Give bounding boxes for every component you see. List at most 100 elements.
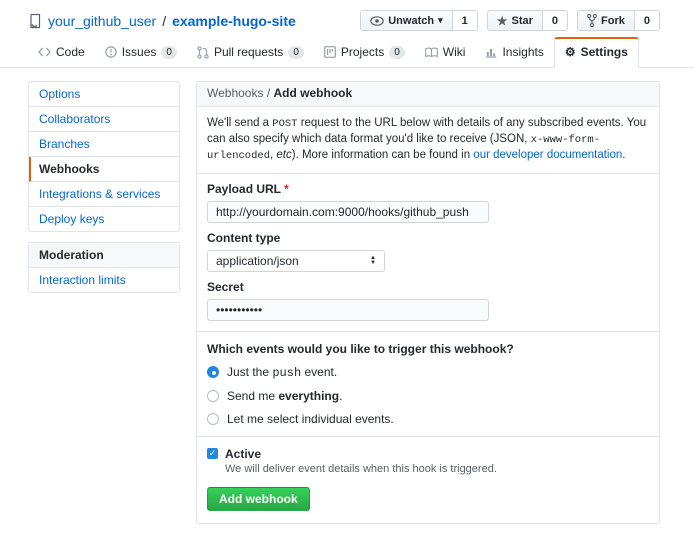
content-type-label: Content type	[207, 231, 649, 245]
events-section: Which events would you like to trigger t…	[207, 342, 649, 426]
tab-projects-label: Projects	[341, 45, 384, 59]
tab-pull-requests-label: Pull requests	[214, 45, 283, 59]
pull-request-icon	[197, 46, 209, 59]
select-arrows-icon: ▲▼	[370, 256, 376, 265]
tab-insights-label: Insights	[502, 45, 543, 59]
page: your_github_user / example-hugo-site Unw…	[0, 0, 694, 536]
tab-code-label: Code	[56, 45, 85, 59]
moderation-header: Moderation	[29, 243, 179, 268]
breadcrumb-separator: /	[263, 86, 273, 100]
content-type-value: application/json	[216, 254, 299, 268]
radio-everything[interactable]	[207, 390, 219, 402]
sidebar-item-options[interactable]: Options	[29, 82, 179, 107]
settings-menu: Options Collaborators Branches Webhooks …	[28, 81, 180, 232]
fork-label: Fork	[601, 15, 625, 27]
sidebar-item-interaction-limits[interactable]: Interaction limits	[29, 268, 179, 292]
sidebar-item-deploy-keys[interactable]: Deploy keys	[29, 207, 179, 231]
payload-url-input[interactable]	[207, 201, 489, 223]
breadcrumb: Webhooks / Add webhook	[197, 82, 659, 107]
sidebar-item-webhooks[interactable]: Webhooks	[29, 157, 179, 182]
tab-settings[interactable]: ⚙ Settings	[554, 37, 639, 68]
event-option-everything: Send me everything.	[207, 389, 649, 403]
tab-code[interactable]: Code	[28, 37, 95, 67]
secret-label: Secret	[207, 280, 649, 294]
sidebar-item-branches[interactable]: Branches	[29, 132, 179, 157]
pull-requests-count-badge: 0	[288, 46, 304, 59]
breadcrumb-webhooks-link[interactable]: Webhooks	[207, 86, 263, 100]
secret-group: Secret	[207, 280, 649, 321]
main-panel: Webhooks / Add webhook We'll send a POST…	[196, 81, 660, 524]
tab-insights[interactable]: Insights	[475, 37, 553, 67]
repo-icon	[28, 13, 42, 29]
active-label[interactable]: Active	[225, 447, 497, 461]
star-button[interactable]: ★ Star	[487, 10, 543, 31]
add-webhook-button[interactable]: Add webhook	[207, 487, 310, 511]
tab-issues-label: Issues	[122, 45, 157, 59]
caret-down-icon: ▾	[438, 16, 443, 25]
star-group: ★ Star 0	[487, 10, 568, 31]
radio-individual-label[interactable]: Let me select individual events.	[227, 412, 394, 426]
active-text: Active We will deliver event details whe…	[225, 447, 497, 475]
intro-text: We'll send a POST request to the URL bel…	[197, 107, 659, 174]
fork-group: Fork 0	[577, 10, 660, 31]
eye-icon	[370, 16, 384, 26]
tab-wiki[interactable]: Wiki	[415, 37, 476, 67]
repo-owner-link[interactable]: your_github_user	[48, 13, 156, 29]
graph-icon	[485, 47, 497, 58]
repo-separator: /	[162, 13, 166, 29]
sidebar-item-collaborators[interactable]: Collaborators	[29, 107, 179, 132]
issue-icon	[105, 46, 117, 58]
repo-tab-nav: Code Issues 0 Pull requests 0 Projects 0	[0, 37, 694, 68]
code-icon	[38, 47, 51, 57]
wiki-icon	[425, 47, 438, 58]
payload-url-group: Payload URL *	[207, 182, 649, 223]
breadcrumb-current: Add webhook	[274, 86, 353, 100]
webhook-form: Payload URL * Content type application/j…	[197, 182, 659, 523]
star-icon: ★	[497, 15, 508, 27]
tab-issues[interactable]: Issues 0	[95, 37, 187, 67]
event-option-push: Just the push event.	[207, 365, 649, 380]
project-icon	[324, 46, 336, 58]
gear-icon: ⚙	[565, 46, 576, 58]
tab-wiki-label: Wiki	[443, 45, 466, 59]
active-section: ✓ Active We will deliver event details w…	[207, 447, 649, 475]
payload-url-label: Payload URL *	[207, 182, 649, 196]
moderation-menu: Moderation Interaction limits	[28, 242, 180, 293]
content: Options Collaborators Branches Webhooks …	[0, 68, 694, 536]
divider	[197, 331, 659, 332]
content-type-select[interactable]: application/json ▲▼	[207, 250, 385, 272]
sidebar-item-integrations[interactable]: Integrations & services	[29, 182, 179, 207]
secret-input[interactable]	[207, 299, 489, 321]
issues-count-badge: 0	[161, 46, 177, 59]
fork-icon	[587, 14, 597, 27]
divider	[197, 436, 659, 437]
radio-push-label[interactable]: Just the push event.	[227, 365, 337, 380]
events-question: Which events would you like to trigger t…	[207, 342, 649, 356]
star-label: Star	[512, 15, 533, 27]
add-webhook-box: Webhooks / Add webhook We'll send a POST…	[196, 81, 660, 524]
event-option-individual: Let me select individual events.	[207, 412, 649, 426]
radio-push[interactable]	[207, 366, 219, 378]
social-buttons: Unwatch ▾ 1 ★ Star 0 Fork	[360, 10, 660, 31]
stargazers-count[interactable]: 0	[543, 10, 568, 31]
tab-projects[interactable]: Projects 0	[314, 37, 415, 67]
watchers-count[interactable]: 1	[453, 10, 478, 31]
active-checkbox[interactable]: ✓	[207, 448, 218, 459]
unwatch-label: Unwatch	[388, 15, 434, 27]
settings-sidebar: Options Collaborators Branches Webhooks …	[28, 81, 180, 303]
projects-count-badge: 0	[389, 46, 405, 59]
fork-button[interactable]: Fork	[577, 10, 635, 31]
repo-header: your_github_user / example-hugo-site Unw…	[0, 0, 694, 35]
repo-title: your_github_user / example-hugo-site	[28, 13, 296, 29]
tab-settings-label: Settings	[581, 45, 628, 59]
active-description: We will deliver event details when this …	[225, 463, 497, 475]
forks-count[interactable]: 0	[635, 10, 660, 31]
radio-everything-label[interactable]: Send me everything.	[227, 389, 342, 403]
required-asterisk: *	[284, 182, 289, 196]
tab-pull-requests[interactable]: Pull requests 0	[187, 37, 314, 67]
content-type-group: Content type application/json ▲▼	[207, 231, 649, 272]
radio-individual[interactable]	[207, 413, 219, 425]
unwatch-button[interactable]: Unwatch ▾	[360, 10, 452, 31]
repo-name-link[interactable]: example-hugo-site	[172, 13, 296, 29]
watch-group: Unwatch ▾ 1	[360, 10, 478, 31]
